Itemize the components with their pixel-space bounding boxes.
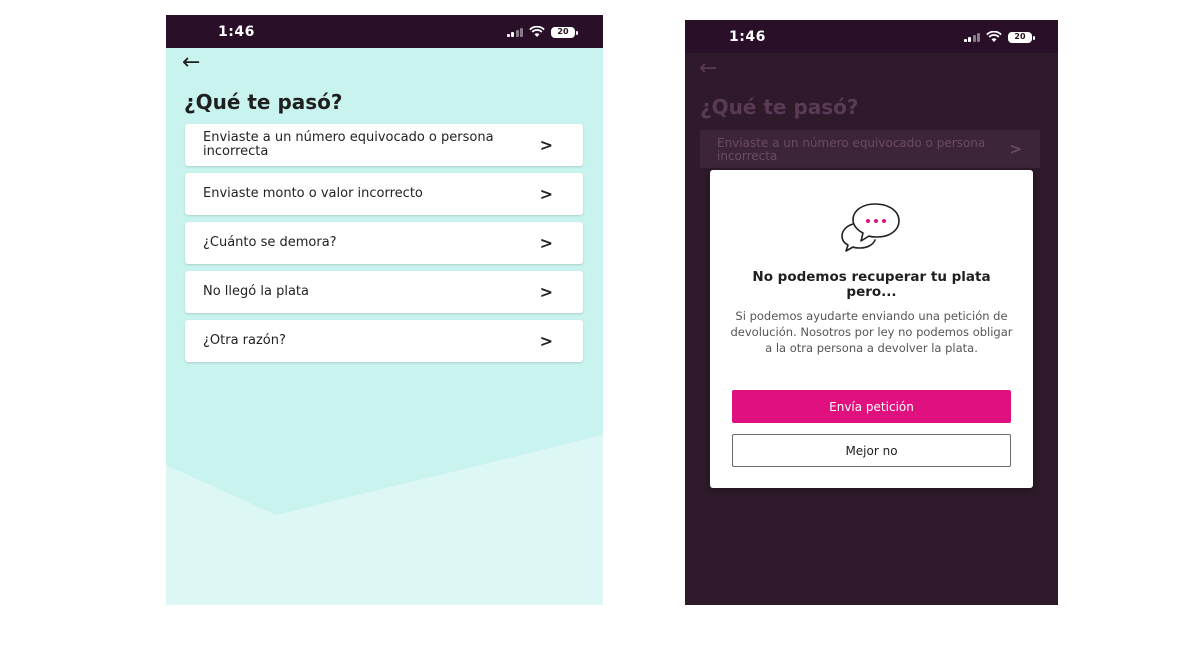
- dimmed-option-wrong-recipient: Enviaste a un número equivocado o person…: [700, 130, 1040, 168]
- option-label: No llegó la plata: [203, 284, 309, 299]
- option-money-not-arrived[interactable]: No llegó la plata >: [185, 271, 583, 313]
- right-phone-screen: 1:46 20 ← ¿Qué te pasó? Enviaste a un nú…: [685, 20, 1058, 605]
- page-title: ¿Qué te pasó?: [700, 95, 859, 119]
- chevron-right-icon: >: [539, 184, 553, 204]
- option-label: Enviaste a un número equivocado o person…: [203, 130, 494, 159]
- chevron-right-icon: >: [539, 331, 553, 351]
- wifi-icon: [529, 26, 545, 37]
- status-icons: 20: [963, 30, 1035, 44]
- option-other-reason[interactable]: ¿Otra razón? >: [185, 320, 583, 362]
- left-phone-screen: 1:46 20 ← ¿Qué te pasó? Enviaste a un nú…: [166, 15, 603, 605]
- option-label: ¿Otra razón?: [203, 333, 286, 348]
- page-title: ¿Qué te pasó?: [184, 90, 343, 114]
- option-wrong-amount[interactable]: Enviaste monto o valor incorrecto >: [185, 173, 583, 215]
- decline-button[interactable]: Mejor no: [732, 434, 1011, 467]
- option-label: Enviaste monto o valor incorrecto: [203, 186, 423, 201]
- chevron-right-icon: >: [539, 135, 553, 155]
- battery-icon: 20: [1008, 31, 1035, 43]
- refund-request-modal: No podemos recuperar tu plata pero... Si…: [710, 170, 1033, 488]
- option-wrong-recipient[interactable]: Enviaste a un número equivocado o person…: [185, 124, 583, 166]
- chevron-right-icon: >: [539, 233, 553, 253]
- battery-icon: 20: [551, 26, 578, 38]
- wifi-icon: [986, 31, 1002, 42]
- status-time: 1:46: [729, 29, 766, 45]
- signal-icon: [506, 27, 523, 37]
- signal-icon: [963, 32, 980, 42]
- status-bar: 1:46 20: [685, 20, 1058, 53]
- back-arrow-icon: ←: [699, 56, 718, 81]
- chevron-right-icon: >: [539, 282, 553, 302]
- modal-body: Si podemos ayudarte enviando una petició…: [730, 309, 1013, 355]
- send-request-button[interactable]: Envía petición: [732, 390, 1011, 423]
- back-arrow-icon[interactable]: ←: [182, 52, 200, 74]
- status-bar: 1:46 20: [166, 15, 603, 48]
- option-how-long[interactable]: ¿Cuánto se demora? >: [185, 222, 583, 264]
- modal-title: No podemos recuperar tu plata pero...: [752, 269, 991, 300]
- chat-bubbles-icon: [841, 203, 900, 252]
- status-icons: 20: [506, 25, 578, 39]
- status-time: 1:46: [218, 24, 255, 40]
- option-label: Enviaste a un número equivocado o person…: [717, 136, 986, 163]
- option-label: ¿Cuánto se demora?: [203, 235, 337, 250]
- chevron-right-icon: >: [1009, 140, 1022, 158]
- background-shape: [166, 435, 603, 605]
